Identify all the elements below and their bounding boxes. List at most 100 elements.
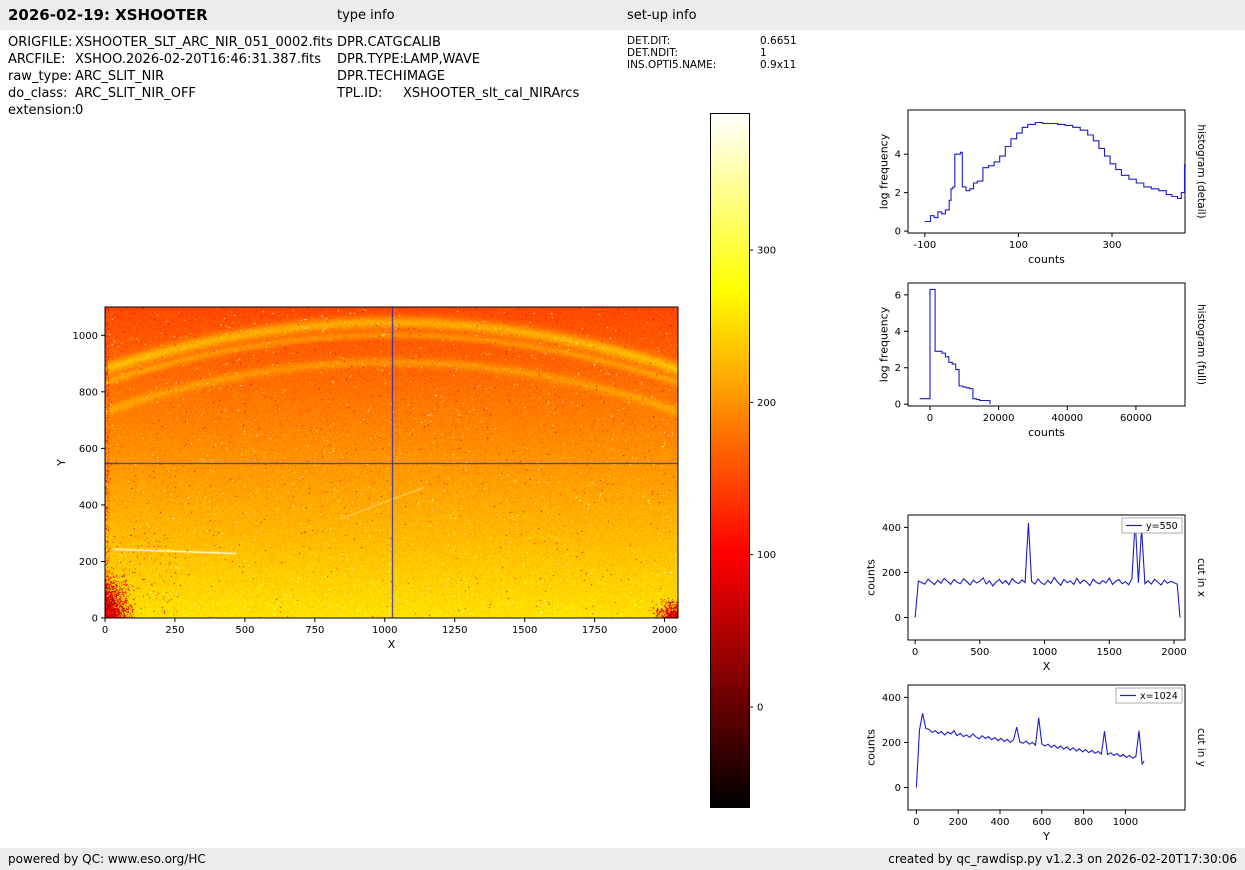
y-tick-label: 6 — [895, 290, 901, 301]
y-tick-label: 200 — [882, 738, 901, 749]
field-value: XSHOOTER_SLT_ARC_NIR_051_0002.fits — [75, 34, 333, 51]
x-tick-label: 40000 — [1051, 413, 1083, 424]
field-value: ARC_SLIT_NIR_OFF — [75, 85, 196, 102]
y-tick-label: 400 — [882, 523, 901, 534]
x-tick-label: 0 — [913, 817, 919, 828]
x-tick-label: 2000 — [1161, 647, 1186, 658]
type-info-block: DPR.CATG:CALIB DPR.TYPE:LAMP,WAVE DPR.TE… — [337, 34, 579, 102]
footer-left-text: powered by QC: www.eso.org/HC — [8, 852, 206, 866]
plot-frame — [908, 283, 1185, 406]
field-value: ARC_SLIT_NIR — [75, 68, 164, 85]
field-label: do_class: — [8, 85, 75, 102]
field-label: INS.OPTI5.NAME: — [627, 59, 760, 71]
setup-info-row: DET.DIT:0.6651 — [627, 35, 797, 47]
x-tick-label: 100 — [1009, 240, 1028, 251]
type-info-row: DPR.CATG:CALIB — [337, 34, 579, 51]
y-tick-label: 0 — [895, 227, 901, 238]
y-tick-label: 200 — [79, 557, 98, 568]
x-tick-label: 1750 — [582, 625, 607, 636]
y-axis-label: counts — [865, 559, 878, 596]
field-value: 0.9x11 — [760, 59, 796, 71]
detector-image-axes: 0250500750100012501500175020000200400600… — [40, 290, 740, 675]
detector-image-panel: 0250500750100012501500175020000200400600… — [40, 290, 740, 675]
field-value: CALIB — [403, 34, 441, 51]
field-value: XSHOO.2026-02-20T16:46:31.387.fits — [75, 51, 321, 68]
y-tick-label: 200 — [882, 568, 901, 579]
x-tick-label: -100 — [913, 240, 936, 251]
plot-frame — [908, 110, 1185, 233]
type-info-heading: type info — [337, 8, 395, 23]
setup-info-row: DET.NDIT:1 — [627, 47, 797, 59]
field-value: IMAGE — [403, 68, 445, 85]
y-tick-label: 0 — [895, 400, 901, 411]
field-label: ORIGFILE: — [8, 34, 75, 51]
field-label: DET.DIT: — [627, 35, 760, 47]
plot-frame — [105, 307, 678, 618]
type-info-row: DPR.TYPE:LAMP,WAVE — [337, 51, 579, 68]
y-tick-label: 4 — [895, 150, 901, 161]
field-label: raw_type: — [8, 68, 75, 85]
setup-info-heading: set-up info — [627, 8, 697, 23]
colorbar-tick-label: 300 — [757, 246, 776, 257]
y-tick-label: 600 — [79, 444, 98, 455]
qc-rawdisp-report: 2026-02-19: XSHOOTER type info set-up in… — [0, 0, 1245, 870]
y-axis-label: log frequency — [878, 133, 891, 209]
x-tick-label: 1000 — [372, 625, 397, 636]
file-info-row: do_class:ARC_SLIT_NIR_OFF — [8, 85, 333, 102]
x-tick-label: 800 — [1074, 817, 1093, 828]
y-tick-label: 400 — [882, 693, 901, 704]
file-info-block: ORIGFILE:XSHOOTER_SLT_ARC_NIR_051_0002.f… — [8, 34, 333, 119]
colorbar-panel: 0 100 200 300 — [700, 105, 820, 820]
field-label: TPL.ID: — [337, 85, 403, 102]
histogram-full-plot: 02000040000600000246countslog frequencyh… — [852, 273, 1212, 451]
right-axis-label: cut in y — [1195, 728, 1207, 767]
y-tick-label: 0 — [895, 783, 901, 794]
x-axis-label: X — [388, 638, 396, 651]
file-info-row: ORIGFILE:XSHOOTER_SLT_ARC_NIR_051_0002.f… — [8, 34, 333, 51]
x-tick-label: 0 — [912, 647, 918, 658]
field-value: LAMP,WAVE — [403, 51, 480, 68]
x-tick-label: 400 — [990, 817, 1009, 828]
field-label: DPR.TYPE: — [337, 51, 403, 68]
x-axis-label: X — [1043, 660, 1051, 673]
colorbar-tick-label: 0 — [757, 703, 763, 714]
y-tick-label: 0 — [895, 613, 901, 624]
x-tick-label: 500 — [970, 647, 989, 658]
x-tick-label: 750 — [305, 625, 324, 636]
type-info-row: TPL.ID:XSHOOTER_slt_cal_NIRArcs — [337, 85, 579, 102]
y-axis-label: counts — [865, 729, 878, 766]
right-axis-label: histogram (full) — [1195, 304, 1207, 385]
file-info-row: ARCFILE:XSHOO.2026-02-20T16:46:31.387.fi… — [8, 51, 333, 68]
x-tick-label: 60000 — [1120, 413, 1152, 424]
y-tick-label: 4 — [895, 327, 901, 338]
file-info-row: extension:0 — [8, 102, 333, 119]
footer-right-text: created by qc_rawdisp.py v1.2.3 on 2026-… — [888, 852, 1237, 866]
field-label: DPR.TECH: — [337, 68, 403, 85]
x-tick-label: 1500 — [512, 625, 537, 636]
x-tick-label: 500 — [235, 625, 254, 636]
colorbar-tick-label: 200 — [757, 398, 776, 409]
field-label: extension: — [8, 102, 75, 119]
x-tick-label: 200 — [949, 817, 968, 828]
cut-in-x-plot: 05001000150020000200400Xcountscut in xy=… — [852, 505, 1212, 685]
field-value: 1 — [760, 47, 767, 59]
colorbar-tick-label: 100 — [757, 550, 776, 561]
y-tick-label: 400 — [79, 500, 98, 511]
plot-frame — [908, 685, 1185, 810]
x-tick-label: 250 — [165, 625, 184, 636]
x-tick-label: 1250 — [442, 625, 467, 636]
y-tick-label: 800 — [79, 387, 98, 398]
x-axis-label: counts — [1028, 253, 1065, 266]
x-axis-label: counts — [1028, 426, 1065, 439]
colorbar-axes: 0 100 200 300 — [700, 105, 820, 820]
type-info-row: DPR.TECH:IMAGE — [337, 68, 579, 85]
field-label: DET.NDIT: — [627, 47, 760, 59]
legend-label: x=1024 — [1140, 691, 1178, 702]
setup-info-block: DET.DIT:0.6651 DET.NDIT:1 INS.OPTI5.NAME… — [627, 35, 797, 71]
field-value: XSHOOTER_slt_cal_NIRArcs — [403, 85, 579, 102]
y-tick-label: 1000 — [73, 331, 98, 342]
y-axis-label: log frequency — [878, 306, 891, 382]
field-value: 0.6651 — [760, 35, 797, 47]
report-title: 2026-02-19: XSHOOTER — [8, 6, 208, 24]
x-tick-label: 300 — [1102, 240, 1121, 251]
